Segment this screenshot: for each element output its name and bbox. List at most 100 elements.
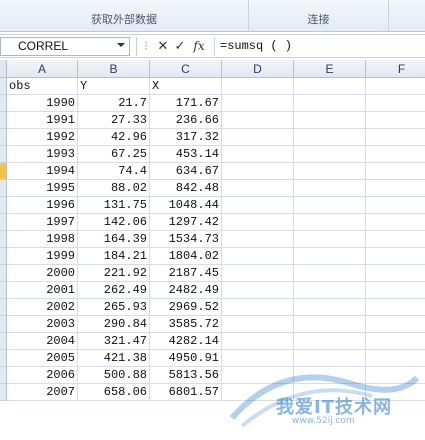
data-cell[interactable]: 1997 xyxy=(7,214,78,231)
insert-function-icon[interactable]: fx xyxy=(189,37,209,56)
data-cell[interactable] xyxy=(294,316,366,333)
data-cell[interactable] xyxy=(222,384,294,401)
data-cell[interactable] xyxy=(222,333,294,350)
data-cell[interactable]: 2006 xyxy=(7,367,78,384)
data-cell[interactable] xyxy=(366,95,425,112)
data-cell[interactable] xyxy=(294,282,366,299)
data-cell[interactable] xyxy=(366,214,425,231)
data-cell[interactable]: 262.49 xyxy=(78,282,150,299)
data-cell[interactable]: 2001 xyxy=(7,282,78,299)
data-cell[interactable] xyxy=(366,231,425,248)
header-cell[interactable] xyxy=(366,78,425,95)
data-cell[interactable] xyxy=(294,299,366,316)
column-header-e[interactable]: E xyxy=(294,60,366,78)
data-cell[interactable]: 1996 xyxy=(7,197,78,214)
data-cell[interactable]: 1297.42 xyxy=(150,214,222,231)
data-cell[interactable] xyxy=(222,265,294,282)
header-cell[interactable] xyxy=(294,78,366,95)
name-box[interactable]: CORREL xyxy=(0,37,130,56)
row-header[interactable] xyxy=(0,95,7,112)
data-cell[interactable]: 317.32 xyxy=(150,129,222,146)
data-cell[interactable] xyxy=(366,367,425,384)
data-cell[interactable] xyxy=(222,231,294,248)
data-cell[interactable]: 74.4 xyxy=(78,163,150,180)
data-cell[interactable] xyxy=(222,129,294,146)
data-cell[interactable] xyxy=(294,163,366,180)
data-cell[interactable] xyxy=(294,231,366,248)
header-cell[interactable]: Y xyxy=(78,78,150,95)
row-header[interactable] xyxy=(0,231,7,248)
column-header-d[interactable]: D xyxy=(222,60,294,78)
data-cell[interactable]: 290.84 xyxy=(78,316,150,333)
data-cell[interactable]: 5813.56 xyxy=(150,367,222,384)
data-cell[interactable] xyxy=(222,146,294,163)
row-header[interactable] xyxy=(0,367,7,384)
data-cell[interactable] xyxy=(294,129,366,146)
row-header[interactable] xyxy=(0,214,7,231)
row-header[interactable] xyxy=(0,78,7,95)
data-cell[interactable] xyxy=(366,350,425,367)
data-cell[interactable]: 221.92 xyxy=(78,265,150,282)
column-header-f[interactable]: F xyxy=(366,60,425,78)
data-cell[interactable] xyxy=(222,112,294,129)
data-cell[interactable]: 500.88 xyxy=(78,367,150,384)
data-cell[interactable] xyxy=(366,248,425,265)
data-cell[interactable]: 1995 xyxy=(7,180,78,197)
data-cell[interactable] xyxy=(294,265,366,282)
row-header[interactable] xyxy=(0,248,7,265)
data-cell[interactable] xyxy=(222,316,294,333)
data-cell[interactable]: 236.66 xyxy=(150,112,222,129)
data-cell[interactable] xyxy=(222,350,294,367)
data-cell[interactable]: 1804.02 xyxy=(150,248,222,265)
data-cell[interactable] xyxy=(294,197,366,214)
data-cell[interactable]: 2187.45 xyxy=(150,265,222,282)
data-cell[interactable]: 2969.52 xyxy=(150,299,222,316)
data-cell[interactable] xyxy=(294,146,366,163)
data-cell[interactable] xyxy=(294,350,366,367)
data-cell[interactable]: 67.25 xyxy=(78,146,150,163)
data-cell[interactable] xyxy=(366,129,425,146)
row-header[interactable] xyxy=(0,282,7,299)
data-cell[interactable]: 421.38 xyxy=(78,350,150,367)
data-cell[interactable]: 658.06 xyxy=(78,384,150,401)
data-cell[interactable]: 2002 xyxy=(7,299,78,316)
data-cell[interactable] xyxy=(294,180,366,197)
data-cell[interactable] xyxy=(294,95,366,112)
data-cell[interactable]: 1993 xyxy=(7,146,78,163)
row-header[interactable] xyxy=(0,316,7,333)
data-cell[interactable] xyxy=(222,180,294,197)
row-header[interactable] xyxy=(0,180,7,197)
cancel-icon[interactable]: ✕ xyxy=(155,37,171,56)
row-header[interactable] xyxy=(0,384,7,401)
data-cell[interactable] xyxy=(366,333,425,350)
data-cell[interactable] xyxy=(294,333,366,350)
data-cell[interactable]: 6801.57 xyxy=(150,384,222,401)
data-cell[interactable]: 1994 xyxy=(7,163,78,180)
header-cell[interactable]: X xyxy=(150,78,222,95)
data-cell[interactable]: 1991 xyxy=(7,112,78,129)
data-cell[interactable] xyxy=(366,316,425,333)
row-header[interactable] xyxy=(0,265,7,282)
name-box-dropdown-icon[interactable] xyxy=(117,43,125,47)
data-cell[interactable]: 27.33 xyxy=(78,112,150,129)
row-header[interactable] xyxy=(0,112,7,129)
data-cell[interactable] xyxy=(222,95,294,112)
data-cell[interactable]: 21.7 xyxy=(78,95,150,112)
data-cell[interactable]: 2005 xyxy=(7,350,78,367)
data-cell[interactable] xyxy=(366,146,425,163)
data-cell[interactable]: 42.96 xyxy=(78,129,150,146)
row-header[interactable] xyxy=(0,299,7,316)
data-cell[interactable]: 1534.73 xyxy=(150,231,222,248)
ribbon-group-get-external-data[interactable]: 获取外部数据 xyxy=(0,0,249,32)
row-header[interactable] xyxy=(0,146,7,163)
header-cell[interactable]: obs xyxy=(7,78,78,95)
header-cell[interactable] xyxy=(222,78,294,95)
data-cell[interactable] xyxy=(222,197,294,214)
row-header[interactable] xyxy=(0,129,7,146)
data-cell[interactable] xyxy=(222,248,294,265)
data-cell[interactable]: 2000 xyxy=(7,265,78,282)
data-cell[interactable]: 265.93 xyxy=(78,299,150,316)
row-header[interactable] xyxy=(0,350,7,367)
formula-input[interactable]: =sumsq ( ) xyxy=(220,37,420,56)
data-cell[interactable]: 2004 xyxy=(7,333,78,350)
